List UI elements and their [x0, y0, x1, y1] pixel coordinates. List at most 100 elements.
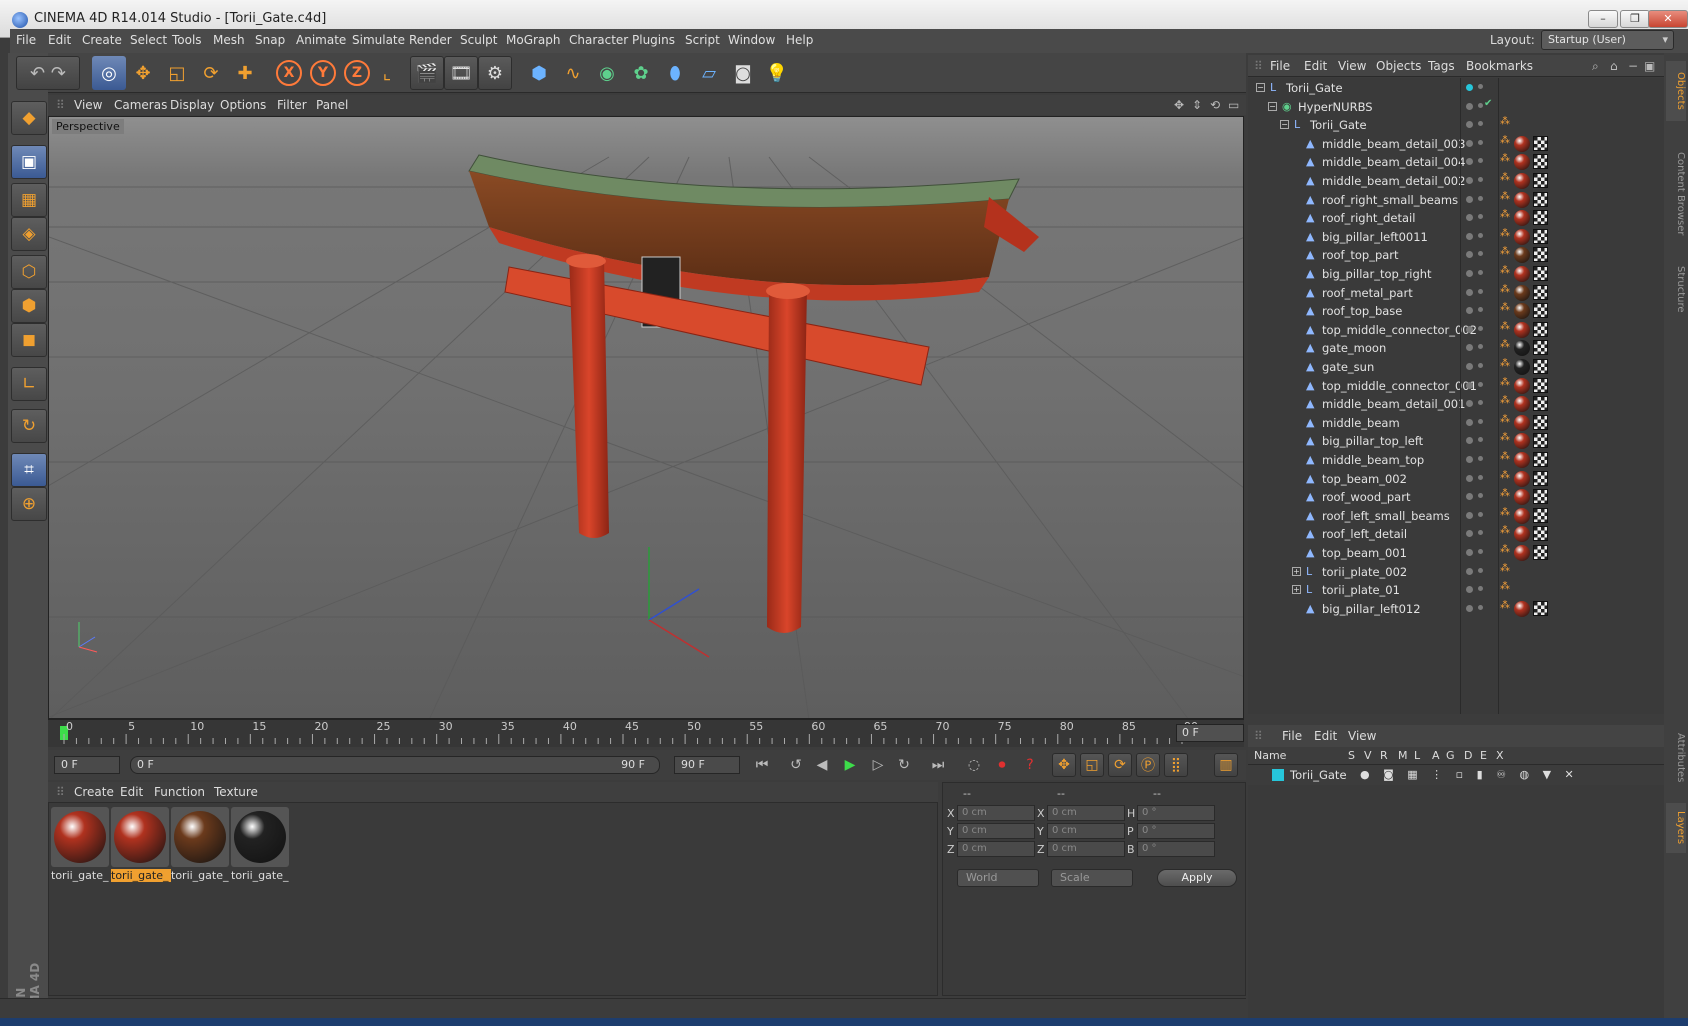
cube-object-icon[interactable]: ⬢ [522, 56, 556, 90]
object-row[interactable]: ▲ big_pillar_top_right ⁂ [1248, 264, 1664, 284]
object-row[interactable]: ▲ big_pillar_left0011 ⁂ [1248, 227, 1664, 247]
object-row[interactable]: ▲ roof_right_small_beams ⁂ [1248, 190, 1664, 210]
object-row[interactable]: − ◉ HyperNURBS ✔ [1248, 97, 1664, 117]
close-button[interactable]: ✕ [1648, 10, 1688, 28]
coordinate-space-dropdown[interactable]: World [957, 869, 1039, 887]
layer-row[interactable]: Torii_Gate ● ◙ ▦ ⋮ ▫ ▮ ♾ ◍ ▼ ✕ [1248, 766, 1664, 784]
material-menu-create[interactable]: Create [74, 785, 114, 799]
phong-tag-icon[interactable]: ⁂ [1500, 525, 1510, 536]
uvw-tag-icon[interactable] [1533, 396, 1548, 412]
object-name[interactable]: roof_top_part [1322, 248, 1399, 262]
material-tag-icon[interactable] [1514, 359, 1530, 375]
layer-dot-icon[interactable] [1466, 586, 1473, 594]
viewport-menu-display[interactable]: Display [170, 98, 214, 112]
visibility-dot-icon[interactable] [1478, 232, 1483, 238]
objects-menu-file[interactable]: File [1270, 59, 1290, 73]
object-row[interactable]: ▲ top_beam_002 ⁂ [1248, 469, 1664, 489]
visibility-dot-icon[interactable] [1478, 325, 1483, 331]
uvw-tag-icon[interactable] [1533, 452, 1548, 467]
layer-dot-icon[interactable] [1466, 121, 1473, 129]
layer-column-header[interactable]: G [1446, 749, 1455, 762]
objects-menu-tags[interactable]: Tags [1428, 59, 1455, 73]
phong-tag-icon[interactable]: ⁂ [1500, 339, 1510, 350]
object-name[interactable]: big_pillar_top_right [1322, 267, 1432, 281]
visibility-dot-icon[interactable] [1478, 474, 1483, 480]
object-row[interactable]: ▲ roof_metal_part ⁂ [1248, 283, 1664, 303]
axis-mode-icon[interactable]: ∟ [11, 367, 47, 401]
layer-dot-icon[interactable] [1466, 102, 1473, 110]
uvw-tag-icon[interactable] [1533, 470, 1548, 486]
visibility-dot-icon[interactable] [1478, 121, 1483, 127]
record-keys-icon[interactable]: ◌ [962, 753, 986, 777]
tab-structure[interactable]: Structure [1666, 259, 1686, 319]
uvw-tag-icon[interactable] [1533, 359, 1548, 374]
menu-create[interactable]: Create [82, 33, 122, 47]
visibility-dot-icon[interactable] [1478, 177, 1483, 182]
camera-icon[interactable]: ◙ [726, 56, 760, 90]
object-row[interactable]: ▲ middle_beam ⁂ [1248, 413, 1664, 433]
layer-dot-icon[interactable] [1466, 307, 1473, 315]
enabled-check-icon[interactable]: ✔ [1484, 98, 1492, 109]
objects-menu-objects[interactable]: Objects [1376, 59, 1421, 73]
layer-dot-icon[interactable] [1466, 325, 1473, 333]
live-selection-icon[interactable]: ◎ [92, 56, 126, 90]
layer-dot-icon[interactable] [1466, 381, 1473, 389]
object-row[interactable]: − L Torii_Gate ⁂ [1248, 115, 1664, 135]
layer-dot-icon[interactable] [1466, 195, 1473, 203]
menu-tools[interactable]: Tools [172, 33, 202, 47]
move-tool-icon[interactable]: ✥ [126, 56, 160, 90]
object-name[interactable]: top_beam_001 [1322, 546, 1407, 560]
viewport-menu-panel[interactable]: Panel [316, 98, 348, 112]
phong-tag-icon[interactable]: ⁂ [1500, 116, 1510, 127]
layer-column-header[interactable]: M [1398, 749, 1408, 762]
object-name[interactable]: top_middle_connector_002 [1322, 323, 1477, 337]
material-tag-icon[interactable] [1514, 135, 1530, 152]
objects-menu-view[interactable]: View [1338, 59, 1366, 73]
phong-tag-icon[interactable]: ⁂ [1500, 507, 1510, 518]
phong-tag-icon[interactable]: ⁂ [1500, 135, 1510, 146]
viewport-menu-options[interactable]: Options [220, 98, 266, 112]
layer-column-header[interactable]: V [1364, 749, 1372, 762]
step-forward-icon[interactable]: ▷ [866, 753, 890, 777]
object-row[interactable]: ▲ middle_beam_top ⁂ [1248, 450, 1664, 470]
layers-menu-edit[interactable]: Edit [1314, 729, 1337, 743]
menu-select[interactable]: Select [130, 33, 167, 47]
layer-dot-icon[interactable] [1466, 344, 1473, 352]
material-swatch[interactable]: torii_gate_ [231, 807, 291, 885]
layer-dot-icon[interactable] [1466, 214, 1473, 222]
autokey-icon[interactable]: ⏺ [990, 753, 1014, 777]
last-tool-icon[interactable]: ✚ [228, 56, 262, 90]
visibility-dot-icon[interactable] [1478, 195, 1483, 201]
menu-help[interactable]: Help [786, 33, 813, 47]
object-name[interactable]: big_pillar_left012 [1322, 602, 1421, 616]
visibility-dot-icon[interactable] [1478, 307, 1483, 313]
layer-dot-icon[interactable] [1466, 363, 1473, 370]
material-tag-icon[interactable] [1514, 433, 1530, 450]
visibility-dot-icon[interactable] [1478, 381, 1483, 387]
visibility-dot-icon[interactable] [1478, 344, 1483, 350]
coord-value-field[interactable]: 0 ° [1137, 823, 1215, 839]
goto-start-icon[interactable]: ⏮ [750, 753, 774, 777]
points-mode-icon[interactable]: ⬡ [11, 255, 47, 289]
phong-tag-icon[interactable]: ⁂ [1500, 265, 1510, 276]
collapse-icon[interactable]: − [1268, 101, 1277, 111]
object-row[interactable]: ▲ top_beam_001 ⁂ [1248, 543, 1664, 563]
material-tag-icon[interactable] [1514, 154, 1530, 171]
visibility-dot-icon[interactable] [1478, 567, 1483, 573]
object-name[interactable]: roof_wood_part [1322, 490, 1410, 504]
visibility-dot-icon[interactable] [1478, 214, 1483, 220]
coord-value-field[interactable]: 0 ° [1137, 841, 1215, 857]
render-picture-viewer-icon[interactable]: 🎞 [444, 56, 478, 90]
object-name[interactable]: roof_right_detail [1322, 211, 1415, 225]
visibility-dot-icon[interactable] [1478, 139, 1483, 145]
uvw-tag-icon[interactable] [1533, 507, 1548, 523]
goto-end-icon[interactable]: ⏭ [926, 753, 950, 777]
end-frame-field[interactable]: 90 F [674, 756, 740, 774]
uvw-tag-icon[interactable] [1533, 247, 1548, 263]
phong-tag-icon[interactable]: ⁂ [1500, 358, 1510, 369]
object-name[interactable]: top_middle_connector_001 [1322, 379, 1477, 393]
layer-dot-icon[interactable] [1466, 84, 1473, 91]
material-tag-icon[interactable] [1514, 284, 1530, 301]
object-name[interactable]: roof_left_detail [1322, 527, 1407, 541]
visibility-dot-icon[interactable] [1478, 530, 1483, 536]
